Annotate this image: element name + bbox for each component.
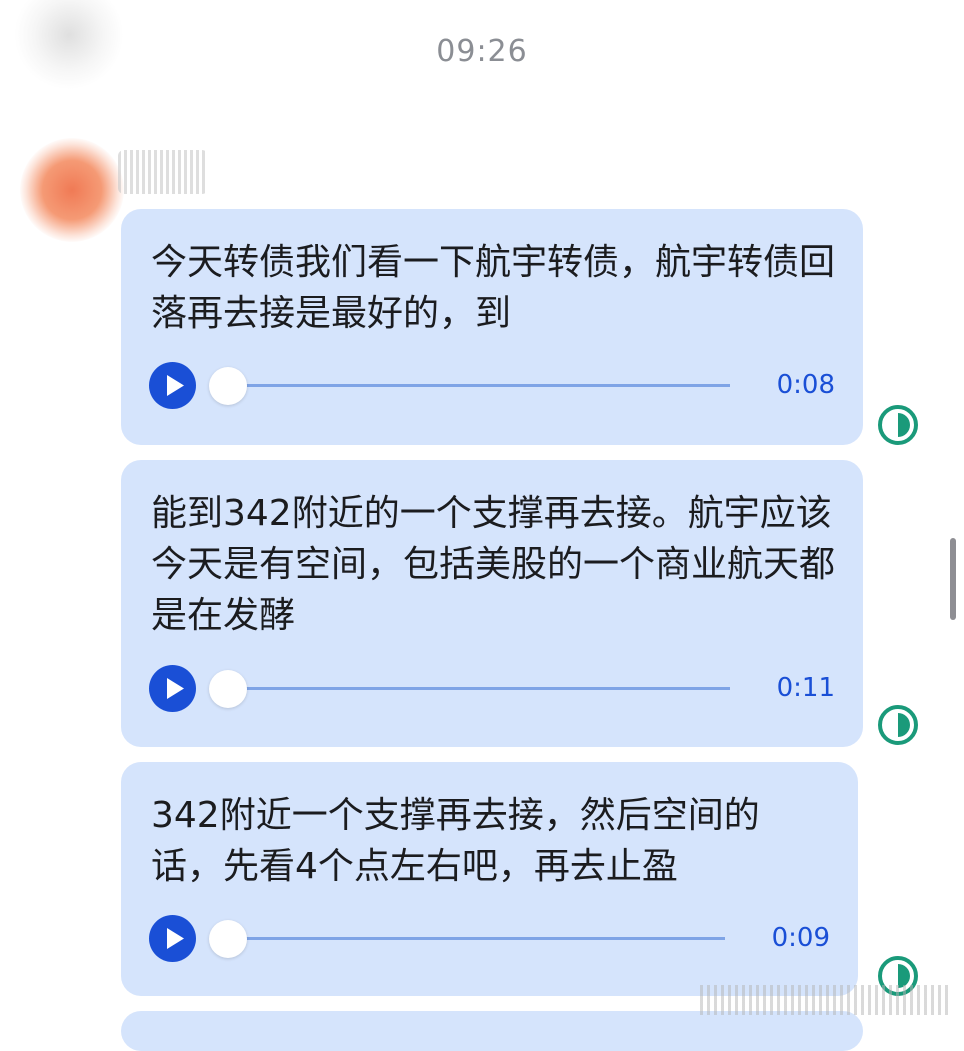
progress-knob[interactable] [209,920,247,958]
sender-name-blur [118,150,208,194]
play-button[interactable] [149,665,196,712]
play-icon [167,678,184,699]
progress-track[interactable] [215,937,725,940]
progress-knob[interactable] [209,670,247,708]
duration-label: 0:08 [776,370,835,400]
progress-knob[interactable] [209,367,247,405]
read-status-icon [878,405,918,445]
play-icon [167,928,184,949]
duration-label: 0:09 [771,923,830,953]
transcript-text: 今天转债我们看一下航宇转债，航宇转债回落再去接是最好的，到 [151,242,836,334]
voice-message-bubble[interactable]: 能到342附近的一个支撑再去接。航宇应该今天是有空间，包括美股的一个商业航天都是… [121,460,863,747]
voice-message-bubble[interactable] [121,1011,863,1051]
timestamp: 09:26 [436,34,528,69]
progress-track[interactable] [215,687,730,690]
voice-player: 0:08 [149,362,835,410]
progress-track[interactable] [215,384,730,387]
sender-avatar[interactable] [20,138,124,242]
voice-player: 0:11 [149,665,835,713]
transcript-text: 342附近一个支撑再去接，然后空间的话，先看4个点左右吧，再去止盈 [151,795,760,887]
play-icon [167,375,184,396]
duration-label: 0:11 [776,673,835,703]
read-status-icon [878,705,918,745]
transcript-text: 能到342附近的一个支撑再去接。航宇应该今天是有空间，包括美股的一个商业航天都是… [151,493,836,636]
voice-message-bubble[interactable]: 342附近一个支撑再去接，然后空间的话，先看4个点左右吧，再去止盈 0:09 [121,762,858,996]
voice-player: 0:09 [149,915,830,963]
play-button[interactable] [149,362,196,409]
play-button[interactable] [149,915,196,962]
voice-message-bubble[interactable]: 今天转债我们看一下航宇转债，航宇转债回落再去接是最好的，到 0:08 [121,209,863,445]
scrollbar[interactable] [950,538,956,620]
watermark [700,985,950,1015]
